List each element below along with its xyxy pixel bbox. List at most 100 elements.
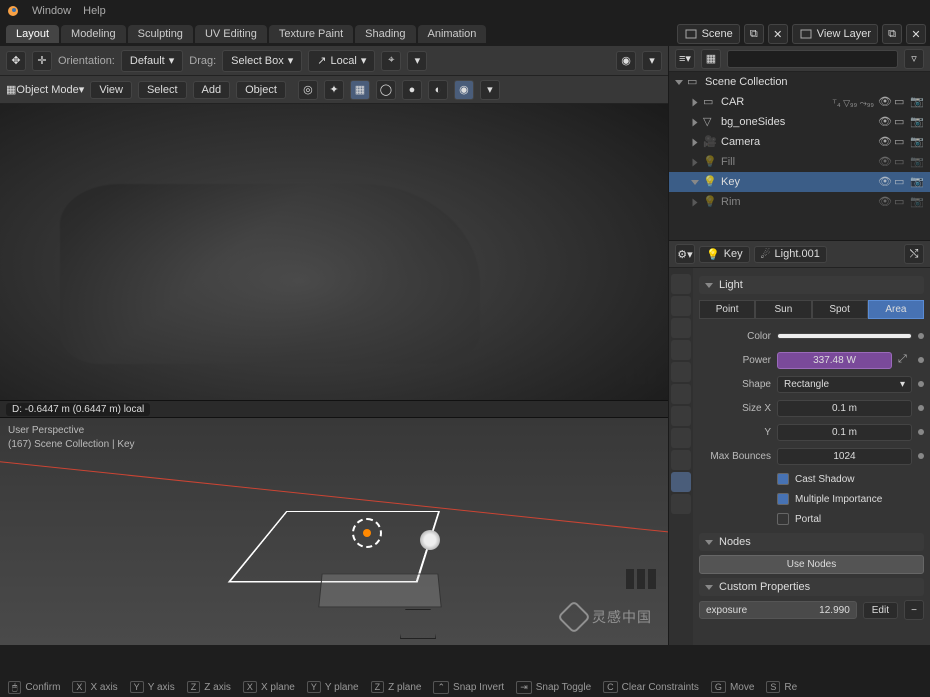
keyframe-dot[interactable]: [918, 453, 924, 459]
bounces-field[interactable]: 1024: [777, 448, 912, 465]
use-nodes-button[interactable]: Use Nodes: [699, 555, 924, 574]
scene-selector[interactable]: Scene: [677, 24, 740, 44]
snap-options-icon[interactable]: ▾: [407, 51, 427, 71]
render-hide-icon[interactable]: 📷: [910, 135, 924, 149]
light-type-spot[interactable]: Spot: [812, 300, 868, 319]
outliner-item-car[interactable]: ▭CAR⸆₄ ▽₉₉ ⤳₉₉👁▭📷: [669, 92, 930, 112]
workspace-tab-modeling[interactable]: Modeling: [61, 25, 126, 43]
mode-dropdown[interactable]: ▦Object Mode▾: [6, 83, 84, 96]
render-viewport[interactable]: [0, 104, 668, 400]
proportional-icon[interactable]: ◉: [616, 51, 636, 71]
vtab-viewlayer-icon[interactable]: [671, 318, 691, 338]
transform-orientation-dropdown[interactable]: ↗Local▾: [308, 50, 375, 72]
props-editor-type-icon[interactable]: ⚙▾: [675, 244, 695, 264]
object-menu[interactable]: Object: [236, 81, 286, 99]
workspace-tab-layout[interactable]: Layout: [6, 25, 59, 43]
add-menu[interactable]: Add: [193, 81, 231, 99]
menu-help[interactable]: Help: [83, 5, 106, 17]
viewlayer-delete-icon[interactable]: ✕: [906, 24, 926, 44]
outliner-item-rim[interactable]: 💡Rim👁▭📷: [669, 192, 930, 212]
select-menu[interactable]: Select: [138, 81, 187, 99]
expand-icon[interactable]: [675, 80, 683, 85]
proportional-options-icon[interactable]: ▾: [642, 51, 662, 71]
vtab-output-icon[interactable]: [671, 296, 691, 316]
gizmo-icon[interactable]: ✦: [324, 80, 344, 100]
render-hide-icon[interactable]: 📷: [910, 115, 924, 129]
expand-icon[interactable]: [693, 118, 698, 126]
eye-icon[interactable]: 👁: [878, 195, 892, 209]
power-field[interactable]: 337.48 W: [777, 352, 892, 369]
vtab-scene-icon[interactable]: [671, 340, 691, 360]
drag-dropdown[interactable]: Select Box▾: [222, 50, 302, 72]
panel-light-header[interactable]: Light: [699, 276, 924, 294]
3d-cursor-icon[interactable]: [420, 530, 440, 550]
camera-view-widget[interactable]: [626, 364, 656, 384]
pin-icon[interactable]: ⤭: [904, 244, 924, 264]
shading-rendered-icon[interactable]: ◉: [454, 80, 474, 100]
xray-icon[interactable]: ▦: [350, 80, 370, 100]
shading-matpreview-icon[interactable]: ◐: [428, 80, 448, 100]
snap-icon[interactable]: ⌖: [381, 51, 401, 71]
data-crumb[interactable]: ☄Light.001: [754, 246, 827, 263]
edit-button[interactable]: Edit: [863, 602, 898, 619]
keyframe-dot[interactable]: [918, 381, 924, 387]
expand-icon[interactable]: [691, 180, 699, 185]
expand-icon[interactable]: [693, 198, 698, 206]
cast-shadow-checkbox[interactable]: [777, 473, 789, 485]
camera-view-widget-bottom[interactable]: [626, 569, 656, 589]
workspace-tab-sculpting[interactable]: Sculpting: [128, 25, 193, 43]
color-field[interactable]: [777, 333, 912, 339]
light-origin-gizmo[interactable]: [352, 518, 382, 548]
vtab-object-icon[interactable]: [671, 384, 691, 404]
workspace-tab-shading[interactable]: Shading: [355, 25, 415, 43]
light-type-sun[interactable]: Sun: [755, 300, 811, 319]
scene-browse-icon[interactable]: ⧉: [744, 24, 764, 44]
render-hide-icon[interactable]: 📷: [910, 175, 924, 189]
workspace-tab-uv-editing[interactable]: UV Editing: [195, 25, 267, 43]
shape-dropdown[interactable]: Rectangle ▾: [777, 376, 912, 393]
vtab-world-icon[interactable]: [671, 362, 691, 382]
viewport-hide-icon[interactable]: ▭: [894, 135, 908, 149]
light-type-point[interactable]: Point: [699, 300, 755, 319]
expand-icon[interactable]: [693, 158, 698, 166]
viewlayer-browse-icon[interactable]: ⧉: [882, 24, 902, 44]
workspace-tab-texture-paint[interactable]: Texture Paint: [269, 25, 353, 43]
light-type-area[interactable]: Area: [868, 300, 924, 319]
shading-solid-icon[interactable]: ●: [402, 80, 422, 100]
outliner-item-bg_onesides[interactable]: ▽bg_oneSides👁▭📷: [669, 112, 930, 132]
cursor-tool-icon[interactable]: ✥: [6, 51, 26, 71]
viewlayer-selector[interactable]: View Layer: [792, 24, 878, 44]
viewport-hide-icon[interactable]: ▭: [894, 95, 908, 109]
outliner-view-icon[interactable]: ▦: [701, 49, 721, 69]
expand-icon[interactable]: [693, 138, 698, 146]
eye-icon[interactable]: 👁: [878, 115, 892, 129]
viewport-hide-icon[interactable]: ▭: [894, 155, 908, 169]
render-hide-icon[interactable]: 📷: [910, 195, 924, 209]
keyframe-dot[interactable]: [918, 429, 924, 435]
blender-logo-icon[interactable]: [6, 4, 20, 18]
scene-delete-icon[interactable]: ✕: [768, 24, 788, 44]
sizex-field[interactable]: 0.1 m: [777, 400, 912, 417]
view-menu[interactable]: View: [90, 81, 132, 99]
outliner-item-fill[interactable]: 💡Fill👁▭📷: [669, 152, 930, 172]
keyframe-dot[interactable]: [918, 405, 924, 411]
outliner-search-input[interactable]: [727, 50, 898, 68]
camera-object[interactable]: [400, 609, 436, 639]
multiple-importance-checkbox[interactable]: [777, 493, 789, 505]
outliner-scene-collection[interactable]: ▭ Scene Collection: [669, 72, 930, 92]
orientation-dropdown[interactable]: Default▾: [121, 50, 183, 72]
outliner-display-mode-icon[interactable]: ≡▾: [675, 49, 695, 69]
menu-window[interactable]: Window: [32, 5, 71, 17]
overlays-icon[interactable]: ◎: [298, 80, 318, 100]
keyframe-dot[interactable]: [918, 357, 924, 363]
keyframe-dot[interactable]: [918, 333, 924, 339]
3d-viewport[interactable]: User Perspective (167) Scene Collection …: [0, 418, 668, 645]
panel-nodes-header[interactable]: Nodes: [699, 533, 924, 551]
panel-custom-props-header[interactable]: Custom Properties: [699, 578, 924, 596]
sizey-field[interactable]: 0.1 m: [777, 424, 912, 441]
render-hide-icon[interactable]: 📷: [910, 155, 924, 169]
eyedropper-icon[interactable]: ⤢: [898, 353, 912, 367]
shading-wireframe-icon[interactable]: ◯: [376, 80, 396, 100]
outliner-item-key[interactable]: 💡Key👁▭📷: [669, 172, 930, 192]
vtab-physics-icon[interactable]: [671, 428, 691, 448]
